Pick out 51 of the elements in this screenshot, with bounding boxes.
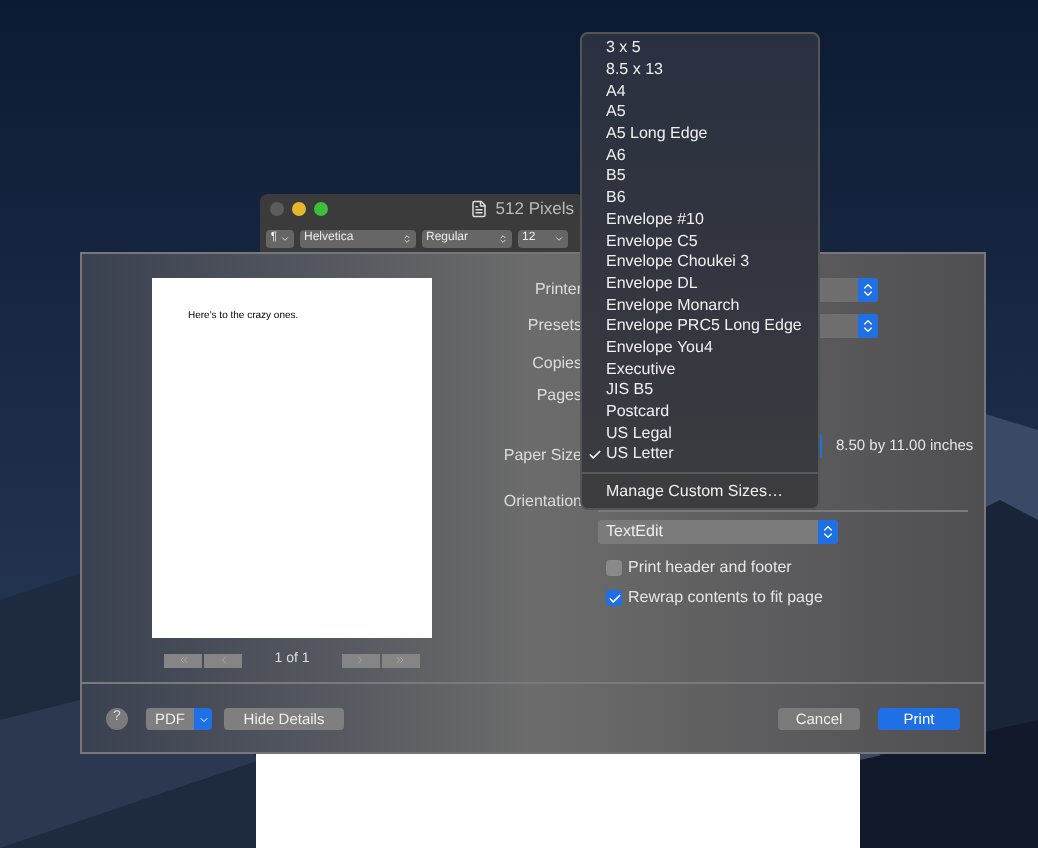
menu-item[interactable]: Envelope C5 <box>582 230 818 252</box>
field-label: Orientation <box>503 490 582 514</box>
stepper-icon <box>858 278 878 302</box>
chevron-down-icon <box>279 234 290 244</box>
field-label: Pages <box>536 384 582 408</box>
menu-item[interactable]: A5 Long Edge <box>582 123 818 145</box>
app-options-dropdown[interactable]: TextEdit <box>598 520 838 544</box>
menu-item[interactable]: Envelope Monarch <box>582 294 818 316</box>
stepper-icon <box>818 520 838 544</box>
menu-item[interactable]: Envelope You4 <box>582 337 818 359</box>
manage-custom-sizes-item[interactable]: Manage Custom Sizes… <box>582 479 818 504</box>
chevron-left-icon <box>217 654 229 667</box>
chevron-right-icon <box>354 654 367 667</box>
up-down-chevron-icon <box>402 234 412 244</box>
field-label: Presets <box>527 314 582 338</box>
document-icon <box>469 200 488 218</box>
menu-item[interactable]: A5 <box>582 102 818 124</box>
menu-item[interactable]: US Letter <box>582 444 818 466</box>
zoom-icon[interactable] <box>314 202 328 216</box>
menu-item[interactable]: Envelope DL <box>582 273 818 295</box>
menu-item[interactable]: Envelope #10 <box>582 209 818 231</box>
next-page-button[interactable] <box>341 653 380 668</box>
menu-item[interactable]: A6 <box>582 144 818 167</box>
minimize-icon[interactable] <box>292 202 306 216</box>
chevron-down-icon <box>554 234 564 244</box>
checkbox-label: Rewrap contents to fit page <box>628 586 823 610</box>
close-icon[interactable] <box>270 202 284 216</box>
menu-item[interactable]: B6 <box>582 187 818 209</box>
checkbox[interactable] <box>606 590 622 606</box>
menu-item[interactable]: Envelope PRC5 Long Edge <box>582 315 818 338</box>
checkbox-label: Print header and footer <box>628 556 792 580</box>
menu-item[interactable]: B5 <box>582 166 818 188</box>
checkbox[interactable] <box>606 560 622 576</box>
field-label: Paper Size <box>503 444 582 468</box>
menu-item[interactable]: Executive <box>582 358 818 380</box>
up-down-chevron-icon <box>498 234 508 244</box>
window-title: 512 Pixels <box>495 196 574 222</box>
menu-item[interactable]: 8.5 x 13 <box>582 59 818 81</box>
field-label: Printer <box>534 278 582 302</box>
first-page-button[interactable] <box>164 653 202 668</box>
menu-item[interactable]: Envelope Choukei 3 <box>582 251 818 274</box>
menu-item[interactable]: Postcard <box>582 401 818 423</box>
menu-item[interactable]: JIS B5 <box>582 380 818 402</box>
chevron-down-icon <box>197 713 209 725</box>
menu-item[interactable]: US Legal <box>582 422 818 445</box>
menu-item[interactable]: 3 x 5 <box>582 38 818 60</box>
last-page-button[interactable] <box>381 653 420 668</box>
menu-item[interactable]: A4 <box>582 80 818 103</box>
field-label: Copies <box>532 352 582 376</box>
previous-page-button[interactable] <box>204 653 242 668</box>
stepper-icon <box>858 314 878 338</box>
